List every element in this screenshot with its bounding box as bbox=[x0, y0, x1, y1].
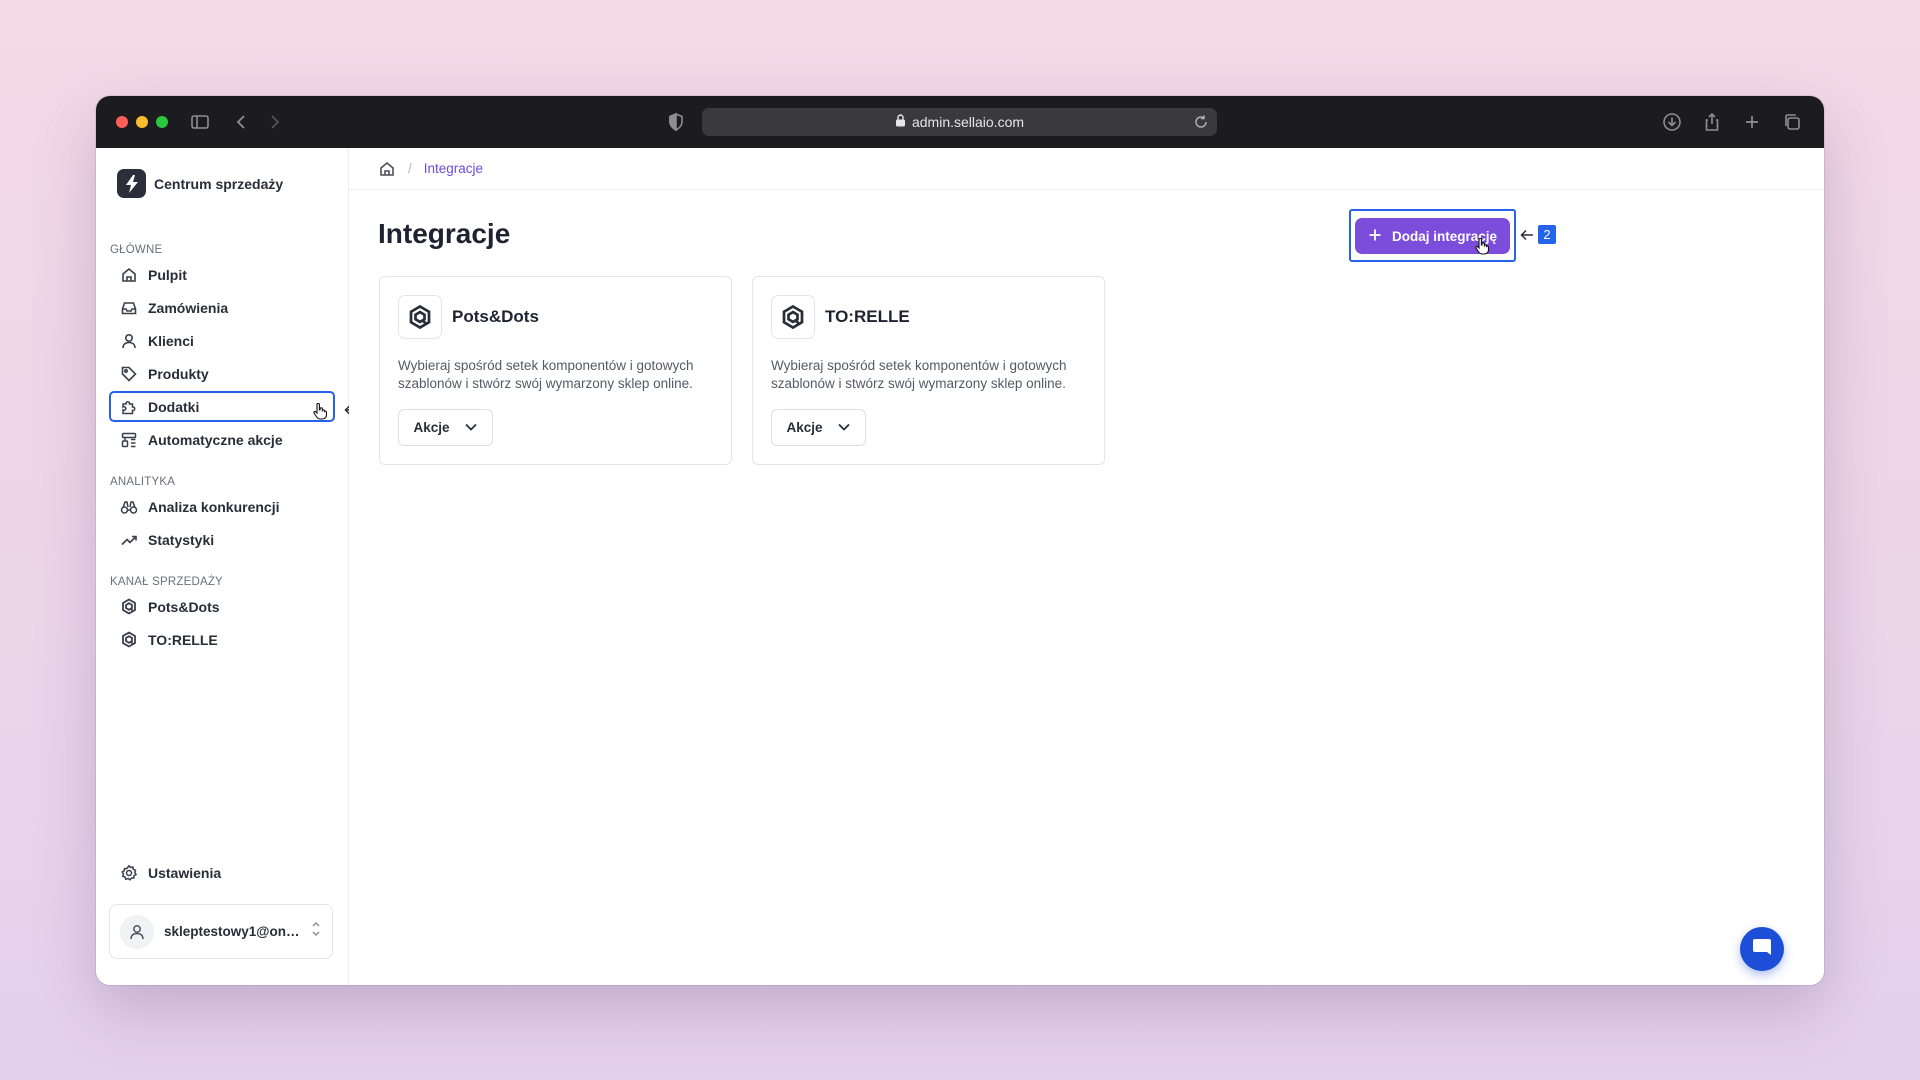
main-content: / Integracje Integracje Dodaj integrację bbox=[349, 148, 1824, 985]
home-icon[interactable] bbox=[378, 160, 396, 178]
trend-up-icon bbox=[120, 531, 138, 549]
download-icon[interactable] bbox=[1662, 112, 1682, 132]
sidebar-item-analiza-konkurencji[interactable]: Analiza konkurencji bbox=[109, 491, 335, 522]
chevron-down-icon bbox=[464, 420, 478, 435]
annotation-marker-2: 2 bbox=[1520, 225, 1556, 244]
actions-dropdown-button[interactable]: Akcje bbox=[771, 409, 866, 446]
sidebar: Centrum sprzedaży GŁÓWNE Pulpit Zamówien… bbox=[96, 148, 349, 985]
card-header: Pots&Dots bbox=[398, 295, 539, 339]
section-label-channel: KANAŁ SPRZEDAŻY bbox=[110, 576, 223, 588]
window-controls bbox=[116, 116, 168, 128]
inbox-icon bbox=[120, 299, 138, 317]
home-icon bbox=[120, 266, 138, 284]
page-title: Integracje bbox=[378, 218, 511, 249]
card-title: TO:RELLE bbox=[825, 307, 910, 326]
sidebar-item-produkty[interactable]: Produkty bbox=[109, 358, 335, 389]
actions-label: Akcje bbox=[786, 420, 823, 435]
sidebar-item-label: Ustawienia bbox=[148, 864, 222, 881]
shield-icon[interactable] bbox=[666, 112, 686, 132]
forward-icon[interactable] bbox=[264, 112, 284, 132]
avatar bbox=[120, 914, 154, 949]
sidebar-item-label: Pots&Dots bbox=[148, 598, 220, 615]
channel-logo-icon bbox=[120, 598, 138, 616]
user-email: skleptestowy1@onet.pl bbox=[164, 924, 300, 939]
sidebar-item-label: TO:RELLE bbox=[148, 631, 218, 648]
sidebar-item-dodatki[interactable]: Dodatki bbox=[109, 391, 335, 422]
breadcrumb: / Integracje bbox=[349, 148, 1824, 190]
sidebar-item-statystyki[interactable]: Statystyki bbox=[109, 524, 335, 555]
sidebar-item-zamowienia[interactable]: Zamówienia bbox=[109, 292, 335, 323]
card-header: TO:RELLE bbox=[771, 295, 910, 339]
brand-name: Centrum sprzedaży bbox=[154, 175, 284, 192]
workflow-icon bbox=[120, 431, 138, 449]
channel-logo-icon bbox=[120, 631, 138, 649]
section-label-analytics: ANALITYKA bbox=[110, 476, 176, 488]
plus-icon bbox=[1368, 228, 1382, 245]
chevron-down-icon bbox=[837, 420, 851, 435]
integration-card-pots-dots: Pots&Dots Wybieraj spośród setek kompone… bbox=[379, 276, 732, 465]
user-icon bbox=[120, 332, 138, 350]
sidebar-item-pots-dots[interactable]: Pots&Dots bbox=[109, 591, 335, 622]
hand-cursor-icon bbox=[313, 402, 328, 423]
address-bar[interactable]: admin.sellaio.com bbox=[702, 108, 1217, 136]
sidebar-item-label: Dodatki bbox=[148, 398, 200, 415]
gear-icon bbox=[120, 864, 138, 882]
hand-cursor-icon bbox=[1475, 237, 1490, 260]
close-window-button[interactable] bbox=[116, 116, 128, 128]
sidebar-item-ustawienia[interactable]: Ustawienia bbox=[109, 857, 335, 888]
chevron-up-down-icon bbox=[310, 920, 322, 943]
sidebar-item-label: Pulpit bbox=[148, 266, 187, 283]
app-shell: Centrum sprzedaży GŁÓWNE Pulpit Zamówien… bbox=[96, 148, 1824, 985]
browser-toolbar: admin.sellaio.com bbox=[96, 96, 1824, 148]
actions-label: Akcje bbox=[413, 420, 450, 435]
breadcrumb-separator: / bbox=[408, 161, 412, 176]
chat-support-button[interactable] bbox=[1740, 927, 1784, 971]
sidebar-item-label: Produkty bbox=[148, 365, 209, 382]
tabs-overview-icon[interactable] bbox=[1782, 112, 1802, 132]
sidebar-item-pulpit[interactable]: Pulpit bbox=[109, 259, 335, 290]
sidebar-item-label: Zamówienia bbox=[148, 299, 229, 316]
integration-card-torelle: TO:RELLE Wybieraj spośród setek komponen… bbox=[752, 276, 1105, 465]
sidebar-item-label: Statystyki bbox=[148, 531, 215, 548]
brand-logo-icon bbox=[117, 169, 146, 198]
sidebar-item-torelle[interactable]: TO:RELLE bbox=[109, 624, 335, 655]
sidebar-item-label: Automatyczne akcje bbox=[148, 431, 283, 448]
lock-icon bbox=[895, 114, 906, 130]
reload-icon[interactable] bbox=[1193, 114, 1209, 133]
breadcrumb-current[interactable]: Integracje bbox=[424, 161, 483, 176]
channel-logo-icon bbox=[771, 295, 815, 339]
tag-icon bbox=[120, 365, 138, 383]
channel-logo-icon bbox=[398, 295, 442, 339]
sidebar-item-label: Klienci bbox=[148, 332, 194, 349]
card-title: Pots&Dots bbox=[452, 307, 539, 326]
binoculars-icon bbox=[120, 498, 138, 516]
actions-dropdown-button[interactable]: Akcje bbox=[398, 409, 493, 446]
annotation-badge: 2 bbox=[1538, 225, 1556, 244]
sidebar-item-automatyczne-akcje[interactable]: Automatyczne akcje bbox=[109, 424, 335, 455]
section-label-main: GŁÓWNE bbox=[110, 244, 163, 256]
card-description: Wybieraj spośród setek komponentów i got… bbox=[771, 358, 1067, 391]
add-integration-highlight: Dodaj integrację bbox=[1349, 209, 1516, 262]
puzzle-icon bbox=[120, 398, 138, 416]
maximize-window-button[interactable] bbox=[156, 116, 168, 128]
account-switcher[interactable]: skleptestowy1@onet.pl bbox=[109, 904, 333, 959]
brand[interactable]: Centrum sprzedaży bbox=[117, 169, 283, 198]
sidebar-item-klienci[interactable]: Klienci bbox=[109, 325, 335, 356]
chat-bubble-icon bbox=[1751, 936, 1773, 963]
card-description: Wybieraj spośród setek komponentów i got… bbox=[398, 358, 694, 391]
share-icon[interactable] bbox=[1702, 112, 1722, 132]
browser-window: admin.sellaio.com Centrum sprzedaży GŁÓW… bbox=[96, 96, 1824, 985]
new-tab-icon[interactable] bbox=[1742, 112, 1762, 132]
url-text: admin.sellaio.com bbox=[911, 114, 1025, 130]
arrow-left-icon bbox=[1520, 229, 1533, 240]
back-icon[interactable] bbox=[232, 112, 252, 132]
minimize-window-button[interactable] bbox=[136, 116, 148, 128]
sidebar-toggle-icon[interactable] bbox=[190, 112, 210, 132]
sidebar-item-label: Analiza konkurencji bbox=[148, 498, 280, 515]
